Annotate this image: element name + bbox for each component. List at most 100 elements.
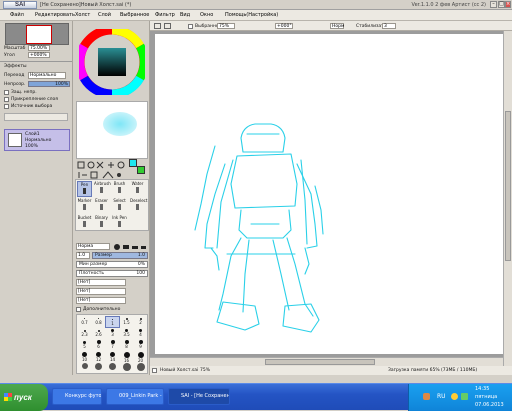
- density-slider[interactable]: Плотность 100: [76, 270, 148, 277]
- brush-size-preset[interactable]: 2: [133, 316, 148, 328]
- brush-size-preset[interactable]: 2.3: [77, 328, 92, 340]
- opacity-slider[interactable]: 100%: [28, 81, 70, 87]
- document-name[interactable]: Новый Холст.sai: [160, 368, 198, 373]
- min-size-slider[interactable]: Мин размер 0%: [76, 261, 148, 268]
- maximize-icon[interactable]: □: [498, 1, 505, 8]
- menu-file[interactable]: Файл: [10, 12, 24, 18]
- menu-view[interactable]: Вид: [180, 12, 190, 18]
- tool-marker[interactable]: Marker: [77, 198, 92, 214]
- selection-source-checkbox[interactable]: [4, 104, 9, 109]
- tool-water[interactable]: Water: [130, 181, 145, 197]
- zoom-field[interactable]: 75%: [217, 23, 235, 29]
- texture-select-1[interactable]: [Нет]: [76, 279, 126, 286]
- brush-size-preset[interactable]: [133, 363, 148, 375]
- undo-icon[interactable]: [154, 23, 161, 29]
- taskbar-item-sai[interactable]: SAI - [Не Сохранено...: [168, 388, 230, 405]
- selection-checkbox[interactable]: [188, 24, 193, 29]
- brush-size-preset[interactable]: 9: [133, 340, 148, 352]
- brush-size-preset[interactable]: 0.7: [77, 316, 92, 328]
- scratchpad[interactable]: [76, 101, 148, 159]
- brush-size-preset[interactable]: 3: [105, 328, 120, 340]
- document-checkbox[interactable]: [152, 368, 157, 373]
- start-button[interactable]: пуск: [0, 384, 48, 411]
- menu-canvas[interactable]: Холст: [75, 12, 90, 18]
- tray-network-icon[interactable]: [461, 393, 468, 400]
- color-wheel[interactable]: [79, 29, 145, 95]
- zoom-value[interactable]: 75.00%: [28, 45, 50, 51]
- brush-shape-icons[interactable]: [113, 243, 147, 250]
- effects-label[interactable]: Эффекты: [4, 64, 27, 69]
- taskbar-item-contest[interactable]: Конкурс футов про...: [52, 388, 102, 405]
- tool-eraser[interactable]: Eraser: [94, 198, 109, 214]
- language-indicator[interactable]: RU: [437, 393, 446, 400]
- redo-icon[interactable]: [164, 23, 171, 29]
- brush-size-preset[interactable]: [119, 363, 134, 375]
- foreground-color-swatch[interactable]: [129, 159, 137, 167]
- stabilizer-field[interactable]: 3: [382, 23, 396, 29]
- brush-size-value: 10: [81, 357, 88, 362]
- brush-size-preset[interactable]: 0.8: [91, 316, 106, 328]
- min-size-label: Мин размер: [79, 262, 108, 267]
- layer-toolbar[interactable]: [4, 113, 68, 121]
- tool-airbrush[interactable]: Airbrush: [94, 181, 111, 197]
- clock-time[interactable]: 14:35: [475, 386, 489, 392]
- accent-color-swatch[interactable]: [137, 166, 145, 174]
- size-slider[interactable]: Размер 1.0: [92, 252, 148, 259]
- menu-filter[interactable]: Фильтр: [155, 12, 175, 18]
- layer-thumbnail: [8, 133, 22, 147]
- tool-brush[interactable]: Brush: [112, 181, 127, 197]
- brush-size-preset[interactable]: 1.5: [119, 316, 134, 328]
- tool-bucket[interactable]: Bucket: [77, 215, 92, 231]
- transform-tools-icon[interactable]: [77, 171, 125, 179]
- title-bar: SAI [Не Сохранено]Новый Холст.sai (*) Ve…: [0, 0, 512, 10]
- brush-size-preset[interactable]: 4: [133, 328, 148, 340]
- version-label: Ver.1.1.0 2 фев Артист (cc 2): [411, 2, 486, 8]
- tool-deselect[interactable]: Deselect: [130, 198, 147, 214]
- angle-value[interactable]: +000%: [28, 52, 50, 58]
- tray-speaker-icon[interactable]: [451, 393, 458, 400]
- rotation-field[interactable]: +000°: [275, 23, 293, 29]
- size-multiplier-select[interactable]: 1.0: [76, 252, 90, 259]
- brush-size-preset[interactable]: [77, 363, 92, 375]
- texture-select-2[interactable]: [Нет]: [76, 288, 126, 295]
- brush-size-preset[interactable]: 1: [105, 316, 120, 328]
- selection-source-label: Источник выбора: [11, 104, 53, 109]
- protect-opacity-checkbox[interactable]: [4, 90, 9, 95]
- texture-select-3[interactable]: [Нет]: [76, 297, 126, 304]
- menu-help[interactable]: Помощь(Настройка): [225, 12, 278, 18]
- layer-item[interactable]: Слой1 Нормально 100%: [4, 129, 70, 151]
- minimize-icon[interactable]: –: [490, 1, 497, 8]
- vertical-scrollbar[interactable]: [503, 31, 512, 366]
- clip-layer-checkbox[interactable]: [4, 97, 9, 102]
- tray-app-icon[interactable]: [423, 393, 430, 400]
- brush-size-value: 1: [111, 321, 114, 326]
- drawing-canvas[interactable]: [155, 34, 503, 354]
- brush-size-preset[interactable]: 3.5: [119, 328, 134, 340]
- tool-binary[interactable]: Binary: [94, 215, 109, 231]
- blend-mode-select[interactable]: Нормально: [28, 72, 66, 79]
- navigation-tools-icon[interactable]: [77, 161, 125, 169]
- mode-field[interactable]: Норм: [330, 23, 344, 29]
- brush-size-preset[interactable]: [91, 363, 106, 375]
- close-icon[interactable]: ×: [505, 1, 511, 8]
- brush-size-preset[interactable]: 8: [119, 340, 134, 352]
- brush-size-preset[interactable]: 7: [105, 340, 120, 352]
- tool-ink-pen[interactable]: Ink Pen: [112, 215, 127, 231]
- brush-size-preset[interactable]: 5: [77, 340, 92, 352]
- brush-size-preset[interactable]: 6: [91, 340, 106, 352]
- menu-layer[interactable]: Слой: [98, 12, 111, 18]
- horizontal-scrollbar[interactable]: [150, 357, 503, 366]
- menu-window[interactable]: Окно: [200, 12, 213, 18]
- brush-size-preset[interactable]: 2.6: [91, 328, 106, 340]
- menu-selection[interactable]: Выбранное: [120, 12, 149, 18]
- brush-size-preset[interactable]: [105, 363, 120, 375]
- taskbar-item-music[interactable]: 009_Linkin Park - Valk...: [106, 388, 164, 405]
- tool-panel: Pen Airbrush Brush Water Marker Eraser S…: [73, 21, 150, 375]
- advanced-checkbox[interactable]: [76, 307, 81, 312]
- tool-select[interactable]: Select: [112, 198, 127, 214]
- brush-mode-select[interactable]: Норма: [76, 243, 110, 250]
- brush-size-value: 9: [139, 344, 142, 349]
- navigator-preview[interactable]: [5, 23, 69, 45]
- tool-pen[interactable]: Pen: [77, 181, 92, 197]
- menu-edit[interactable]: Редактировать: [35, 12, 75, 18]
